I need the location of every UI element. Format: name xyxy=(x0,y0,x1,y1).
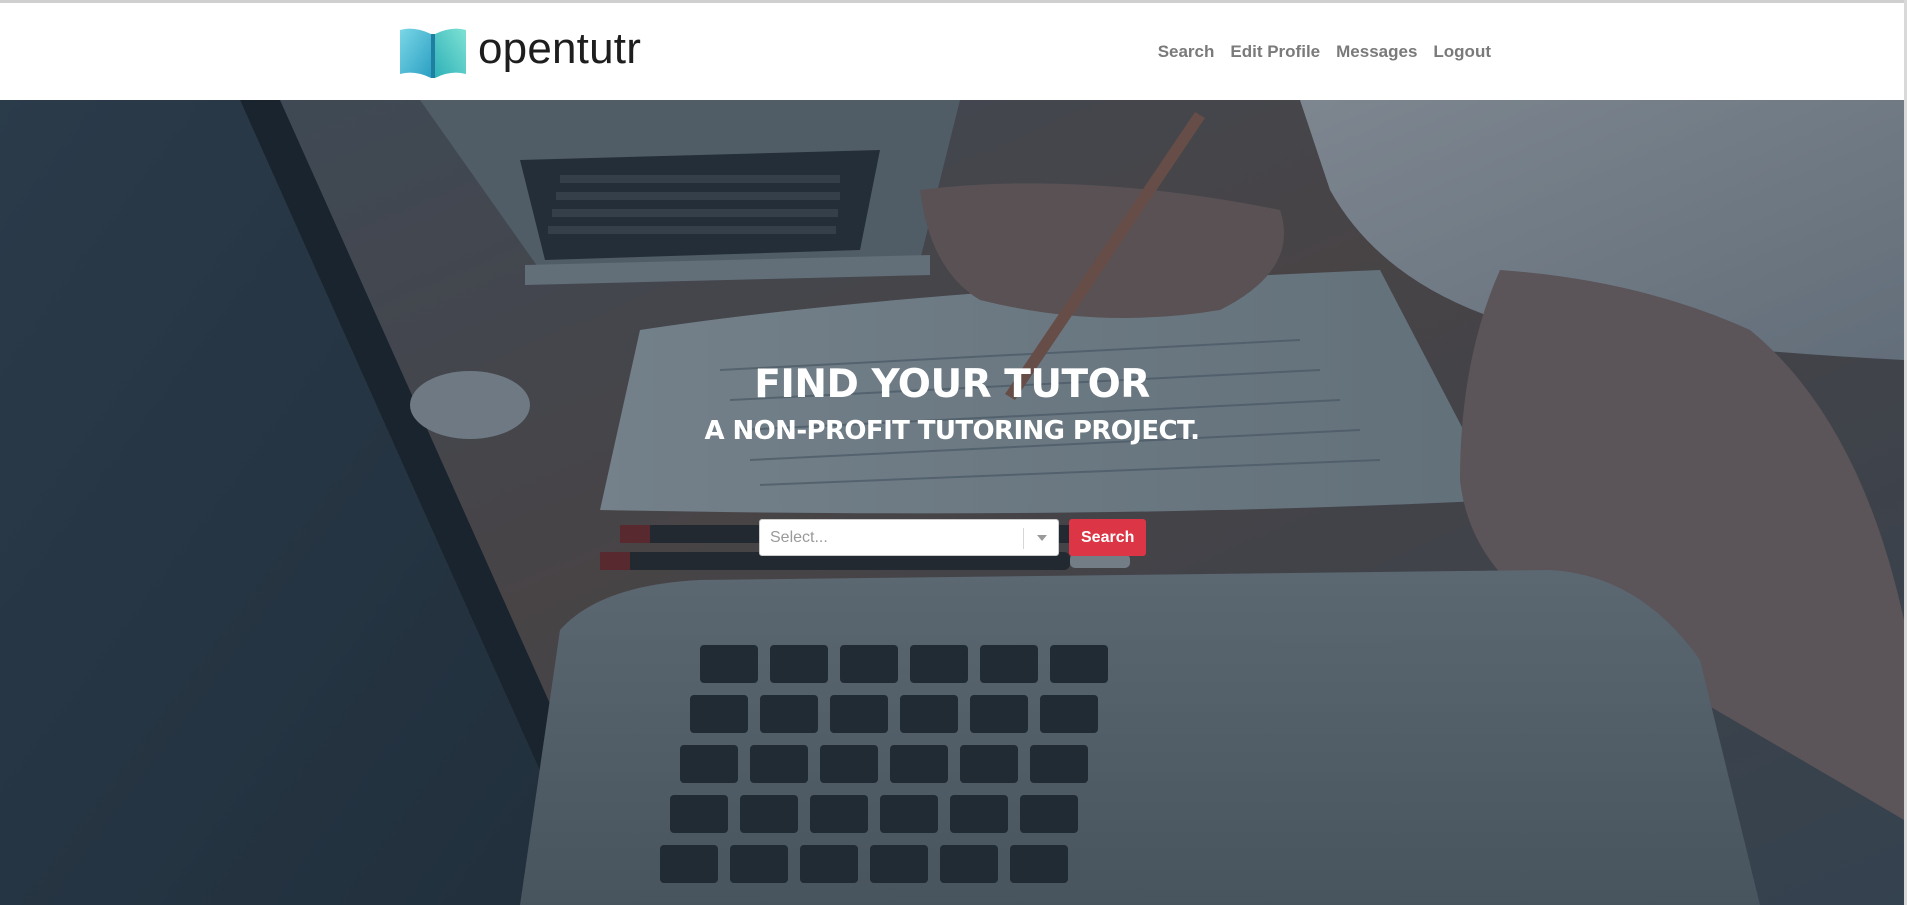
nav-messages-link[interactable]: Messages xyxy=(1328,34,1425,70)
nav-links: Search Edit Profile Messages Logout xyxy=(1150,3,1499,100)
hero-content: FIND YOUR TUTOR A NON-PROFIT TUTORING PR… xyxy=(0,100,1904,905)
subject-select[interactable]: Select... xyxy=(759,519,1059,556)
select-placeholder: Select... xyxy=(770,529,828,546)
brand-link[interactable]: opentutr xyxy=(398,23,641,81)
brand-name: opentutr xyxy=(478,24,642,73)
search-button[interactable]: Search xyxy=(1069,519,1147,556)
select-separator xyxy=(1023,528,1024,549)
nav-logout-link[interactable]: Logout xyxy=(1425,34,1499,70)
hero-title: FIND YOUR TUTOR xyxy=(754,362,1150,407)
open-book-icon xyxy=(400,28,466,79)
nav-edit-profile-link[interactable]: Edit Profile xyxy=(1222,34,1328,70)
hero-section: FIND YOUR TUTOR A NON-PROFIT TUTORING PR… xyxy=(0,100,1904,905)
hero-subtitle: A NON-PROFIT TUTORING PROJECT. xyxy=(704,416,1200,446)
navbar: opentutr Search Edit Profile Messages Lo… xyxy=(0,3,1907,100)
nav-search-link[interactable]: Search xyxy=(1150,34,1223,70)
chevron-down-icon[interactable] xyxy=(1037,535,1047,541)
page: opentutr Search Edit Profile Messages Lo… xyxy=(0,0,1907,905)
search-form: Select... Search xyxy=(759,519,1147,556)
